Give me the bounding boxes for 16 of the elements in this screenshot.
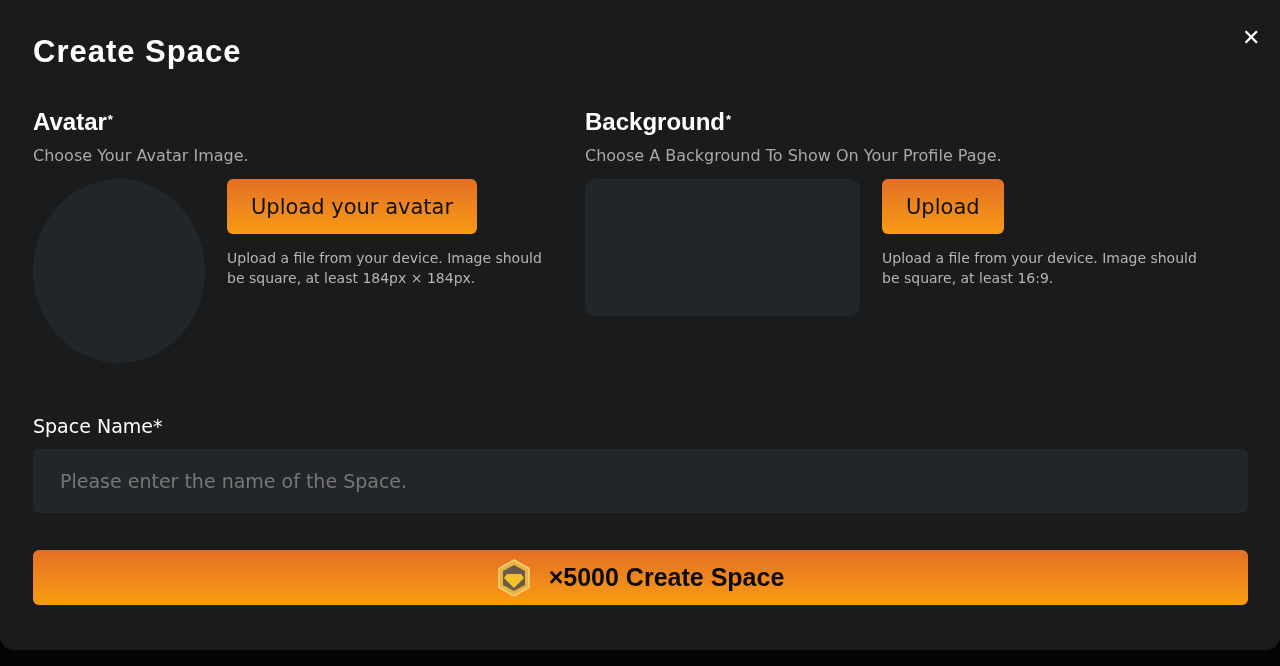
section-hint: Choose A Background To Show On Your Profile Page.	[585, 146, 1003, 165]
required-mark: *	[107, 112, 113, 127]
section-label: Avatar	[33, 108, 107, 135]
upload-button[interactable]: Upload your avatar	[227, 179, 478, 234]
dialog-title: Create Space	[33, 34, 242, 70]
space-name-field[interactable]: Please enter the name of the Space.	[33, 449, 1248, 513]
required-mark: *	[726, 112, 732, 127]
upload-note: Upload a file from your device. Image should be square, at least 16:9.	[882, 249, 1198, 288]
create-space-button[interactable]: ×5000 Create Space	[33, 550, 1248, 605]
gem-icon	[496, 558, 531, 597]
field-label: Space Name*	[33, 415, 164, 437]
section-label: Background	[585, 108, 725, 135]
close-button[interactable]: ✕	[1242, 25, 1260, 51]
upload-note: Upload a file from your device. Image should be square, at least 184px × 184px.	[227, 249, 543, 288]
upload-button[interactable]: Upload	[882, 179, 1004, 234]
section-hint: Choose Your Avatar Image.	[33, 146, 250, 165]
